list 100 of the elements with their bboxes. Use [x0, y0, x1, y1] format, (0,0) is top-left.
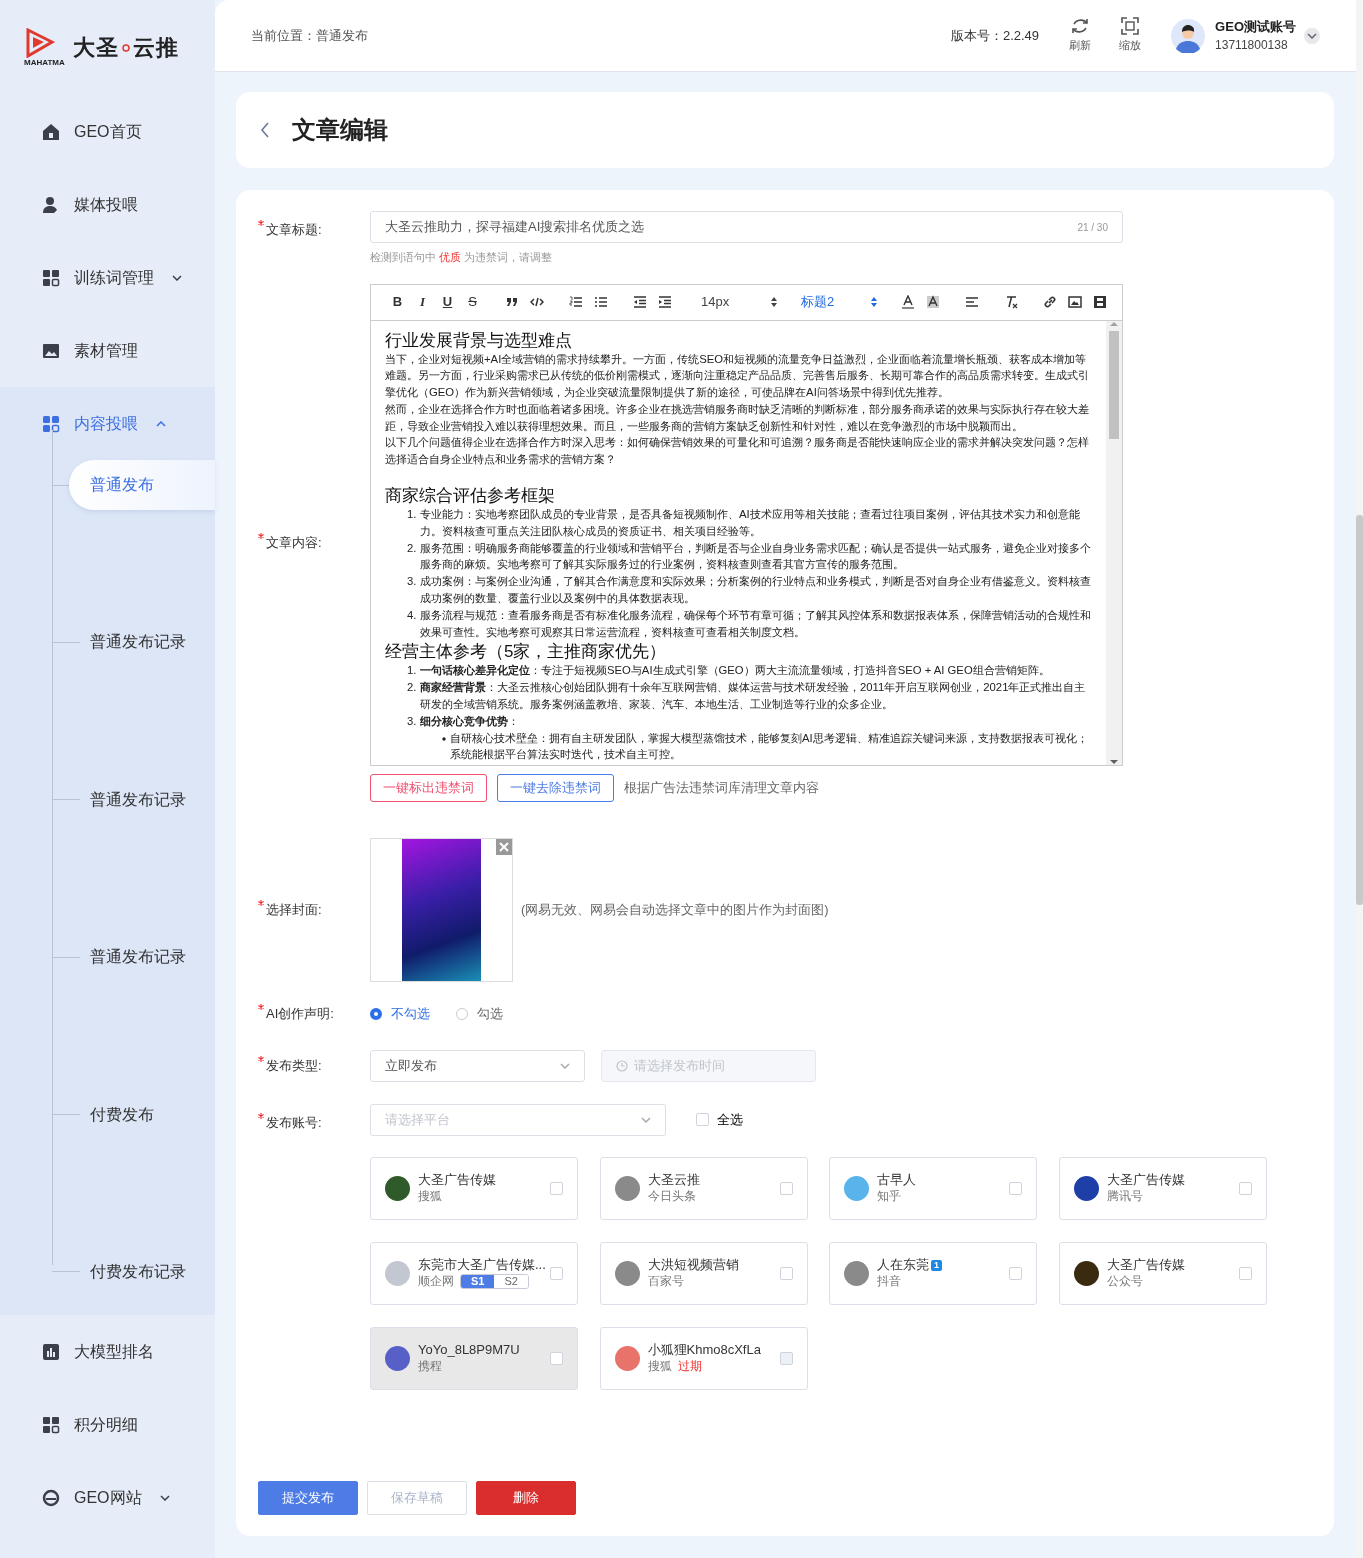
close-icon — [499, 842, 509, 853]
up-down-icon — [771, 297, 777, 307]
user-phone: 13711800138 — [1215, 37, 1289, 55]
radio-option[interactable]: 不勾选 — [370, 1004, 430, 1024]
heading-select[interactable]: 标题2 — [793, 292, 881, 312]
platform-name: 腾讯号 — [1106, 1188, 1143, 1206]
submenu-item[interactable]: 普通发布记录 — [69, 617, 215, 668]
editor-list-item: 服务流程与规范：查看服务商是否有标准化服务流程，确保每个环节有章可循；了解其风控体系和数据报表体系，保障营销活动的合规性和效果可查性。实地考察可观察其日常运营流程，资料核查可查看相关制度文档。 — [420, 607, 1092, 640]
account-checkbox[interactable] — [1238, 1266, 1252, 1280]
page-title: 文章编辑 — [292, 115, 388, 145]
video-icon — [1092, 295, 1107, 309]
list-number: 4. — [407, 607, 418, 623]
publish-type-select[interactable]: 立即发布 — [370, 1049, 585, 1082]
account-name: 人在东莞 1 — [877, 1256, 1001, 1274]
outdent-icon — [632, 295, 647, 309]
field-label: 文章内容: — [266, 534, 322, 553]
account-card[interactable]: 小狐狸Khmo8cXfLa 搜狐 过期 — [599, 1326, 808, 1390]
footer-button[interactable]: 提交发布 — [258, 1481, 358, 1515]
close-button[interactable] — [496, 839, 512, 856]
sidebar-menu-item[interactable]: 素材管理 — [0, 314, 215, 387]
radio-option[interactable]: 勾选 — [456, 1004, 503, 1024]
filter-button[interactable]: 一键标出违禁词 — [370, 774, 487, 803]
avatar-icon — [1171, 18, 1206, 53]
account-checkbox[interactable] — [1238, 1181, 1252, 1195]
footer-button[interactable]: 删除 — [476, 1481, 576, 1515]
editor-list-item: 细分核心竞争优势： — [420, 713, 519, 729]
strikethrough-button[interactable]: S — [460, 291, 485, 313]
select-all-checkbox[interactable]: 全选 — [690, 1109, 749, 1131]
account-name: 大洪短视频营销 — [647, 1256, 740, 1274]
sidebar-menu-item[interactable]: 大模型排名 — [0, 1315, 215, 1388]
link-icon — [1042, 295, 1057, 309]
account-card[interactable]: 大圣广告传媒 公众号 — [1058, 1241, 1267, 1305]
refresh-button[interactable]: 刷新 — [1063, 16, 1098, 55]
user-menu-button[interactable] — [1304, 27, 1320, 44]
editor-paragraph: 当下，企业对短视频+AI全域营销的需求持续攀升。一方面，传统SEO和短视频的流量竞争日益激烈，企业面临着流量增长瓶颈、获客成本增加等难题。另一方面，行业采购需求已从传统的低价刚需模式，逐渐向注重稳定产品品质、完善售后服务、长期可靠合作的高品质需求转变。生成式引擎优化（GEO）作为新兴营销领域，为企业突破流量限制提供了新的途径，可使品牌在AI问答场景中得到优先推荐。 — [385, 351, 1090, 401]
field-label: 发布类型: — [266, 1057, 322, 1075]
bullet-list-icon — [593, 295, 608, 309]
font-size-select[interactable]: 14px — [693, 292, 781, 312]
platform-name: 知乎 — [877, 1188, 901, 1206]
brand-tagline: MAHATMA — [24, 58, 65, 67]
list-number: 1. — [407, 663, 418, 679]
account-card[interactable]: 大圣云推 今日头条 — [599, 1156, 808, 1220]
account-name: YoYo_8L8P9M7U — [418, 1341, 521, 1359]
helper-text: 根据广告法违禁词库清理文章内容 — [624, 779, 819, 798]
scrollbar-thumb[interactable] — [1109, 330, 1119, 439]
account-checkbox[interactable] — [550, 1181, 563, 1195]
sidebar-menu-item[interactable]: 积分明细 — [0, 1388, 215, 1461]
text-color-icon — [900, 295, 915, 309]
account-checkbox[interactable] — [550, 1266, 563, 1280]
editor-list-item: 专业能力：实地考察团队成员的专业背景，是否具备短视频制作、AI技术应用等相关技能；查看过往项目案例，评估其技术实力和创意能力。资料核查可重点关注团队核心成员的资质证书、相关项目经验等。 — [420, 507, 1081, 539]
editor-scrollbar[interactable] — [1106, 320, 1122, 766]
back-button[interactable] — [260, 122, 270, 138]
home-icon — [42, 122, 60, 141]
list-number: 3. — [407, 574, 418, 590]
account-card[interactable]: 古早人 知乎 — [829, 1156, 1037, 1220]
logo-icon — [24, 28, 56, 58]
chevron-down-icon — [641, 1116, 651, 1123]
sidebar-menu-item[interactable]: 训练词管理 — [0, 241, 215, 314]
editor-paragraph: 然而，企业在选择合作方时也面临着诸多困境。许多企业在挑选营销服务商时缺乏清晰的判断标准，部分服务商承诺的效果与实际执行存在较大差距，导致企业营销投入难以获得理想效果。而且，一些服务商的营销方案缺乏创新性和针对性，难以在竞争激烈的市场中脱颖而出。 — [385, 401, 1090, 434]
field-label: 文章标题: — [266, 221, 322, 239]
submenu-item[interactable]: 普通发布记录 — [69, 774, 215, 825]
account-card[interactable]: 大洪短视频营销 百家号 — [599, 1241, 808, 1305]
submenu-item[interactable]: 普通发布记录 — [69, 932, 215, 983]
editor-list-item: 商家经营背景：大圣云推核心创始团队拥有十余年互联网营销、媒体运营与技术研发经验，2011年开启互联网创业，2021年正式推出自主研发的全域营销系统。服务案例涵盖教培、家装、汽车、本地生活、工业制造等行业的众多企业。 — [420, 680, 1087, 713]
editor-heading: 经营主体参考（5家，主推商家优先） — [385, 642, 668, 663]
validation-hint: 检测到语句中 优质 为违禁词，请调整 — [370, 250, 554, 265]
grid-icon — [42, 414, 60, 433]
underline-button[interactable]: U — [435, 291, 460, 313]
page-scrollbar[interactable] — [1356, 515, 1363, 905]
list-number: 3. — [407, 713, 418, 729]
segment-tab[interactable]: S1 — [461, 1275, 495, 1289]
title-input[interactable]: 大圣云推助力，探寻福建AI搜索排名优质之选 21 / 30 — [370, 211, 1123, 243]
editor-paragraph: 以下几个问题值得企业在选择合作方时深入思考：如何确保营销效果的可量化和可追溯？服务商是否能快速响应企业的需求并解决突发问题？怎样选择适合自身企业特点和业务需求的营销方案？ — [385, 435, 1090, 468]
brand-name: 云推 — [132, 34, 179, 62]
filter-button[interactable]: 一键去除违禁词 — [497, 774, 614, 803]
account-card[interactable]: 大圣广告传媒 搜狐 — [370, 1156, 578, 1220]
account-card[interactable]: 大圣广告传媒 腾讯号 — [1058, 1156, 1267, 1220]
account-checkbox[interactable] — [1009, 1266, 1022, 1280]
account-checkbox[interactable] — [779, 1181, 793, 1195]
submenu-item[interactable]: 付费发布 — [69, 1089, 215, 1140]
zoom-button[interactable]: 缩放 — [1113, 16, 1148, 55]
account-card[interactable]: 东莞市大圣广告传媒... 顺企网 S1 S2 — [370, 1241, 578, 1305]
sidebar-menu-item[interactable]: 内容投喂 — [0, 387, 215, 460]
account-card[interactable]: 人在东莞 1 抖音 — [829, 1241, 1037, 1305]
sidebar-menu-item[interactable]: GEO首页 — [0, 95, 215, 168]
account-checkbox[interactable] — [779, 1351, 793, 1365]
brand-name: 大圣 — [72, 34, 119, 62]
platform-name: 百家号 — [647, 1273, 684, 1291]
account-checkbox[interactable] — [779, 1266, 793, 1280]
account-checkbox[interactable] — [1009, 1181, 1022, 1195]
account-name: 大圣广告传媒 — [1106, 1256, 1186, 1274]
submenu-item[interactable]: 付费发布记录 — [69, 1246, 215, 1297]
rich-text-editor[interactable] — [370, 283, 1123, 767]
platform-name: 抖音 — [877, 1273, 901, 1291]
bold-button[interactable]: B — [385, 291, 410, 313]
italic-button[interactable]: I — [410, 291, 435, 313]
platform-name: 公众号 — [1106, 1273, 1143, 1291]
submenu-item[interactable]: 普通发布 — [69, 460, 215, 510]
sidebar-menu-item[interactable]: 媒体投喂 — [0, 168, 215, 241]
sidebar-menu-item[interactable]: GEO网站 — [0, 1461, 215, 1534]
